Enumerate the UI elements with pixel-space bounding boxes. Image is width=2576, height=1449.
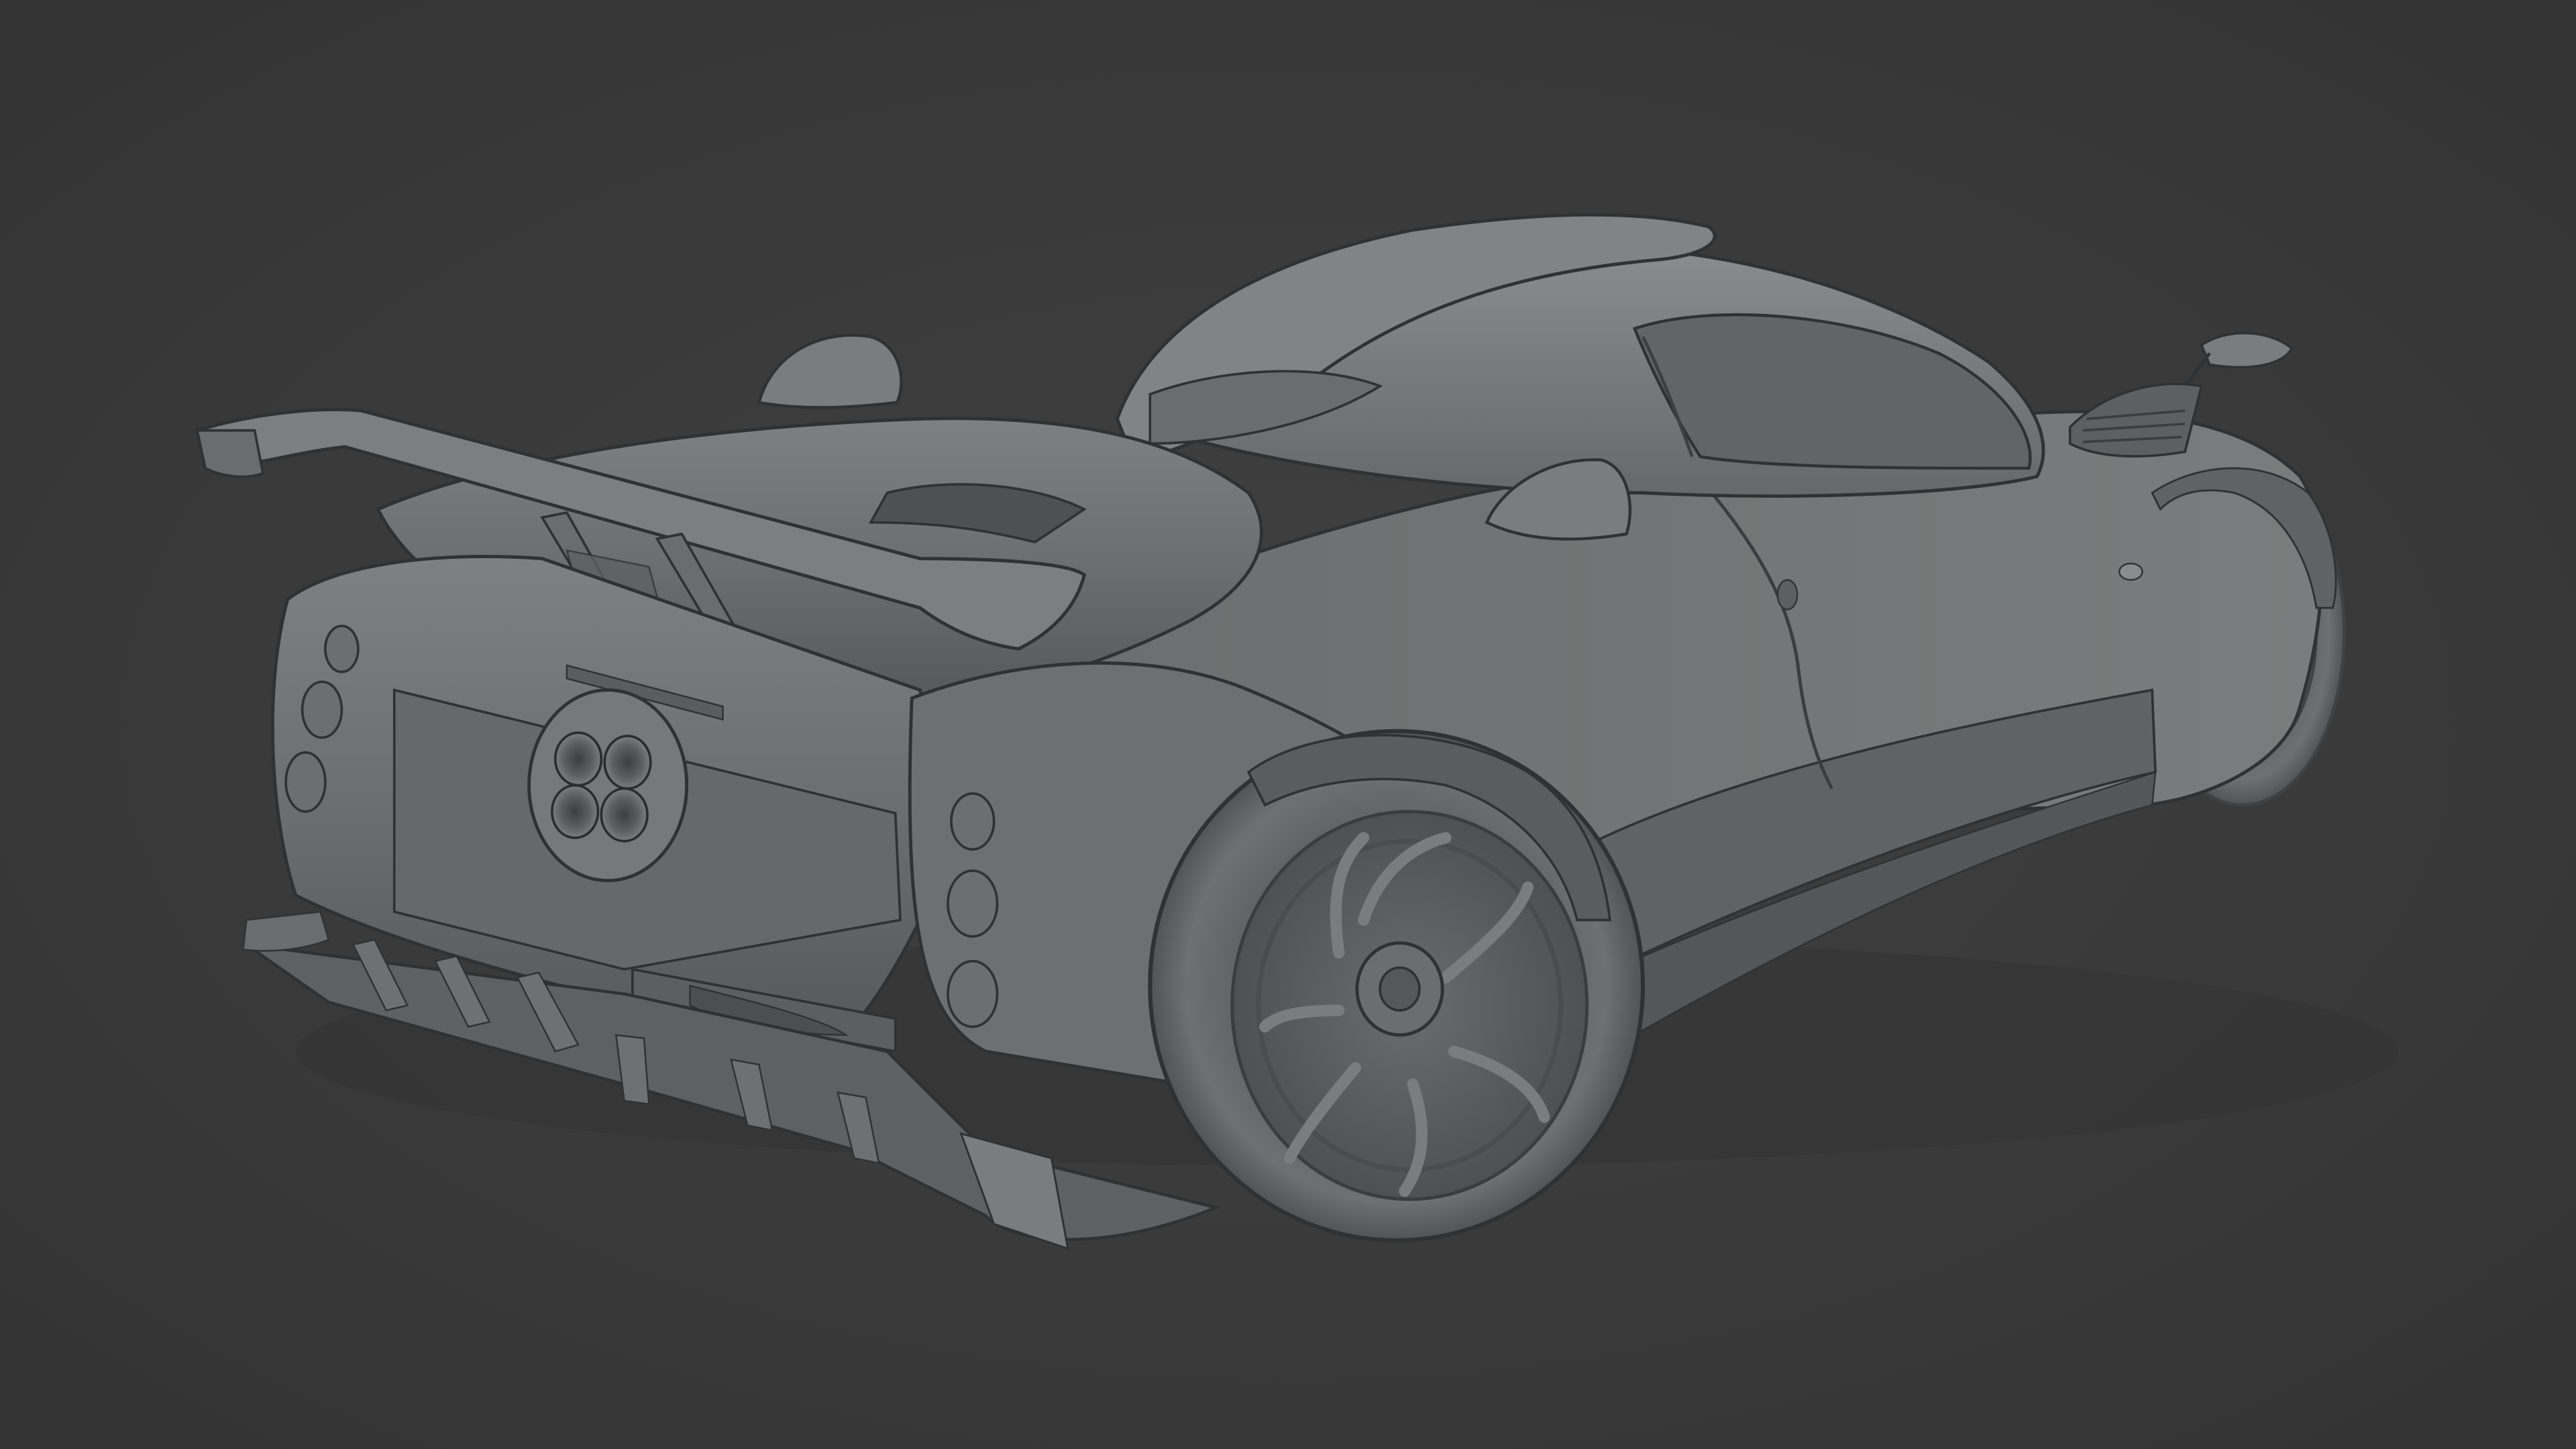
- right-tail-lights: [947, 792, 999, 1028]
- side-window: [1632, 313, 2032, 470]
- far-mirror: [2200, 331, 2294, 369]
- left-mirror: [757, 333, 903, 409]
- car-render: [195, 213, 2399, 1250]
- near-wheel: [1148, 729, 1646, 1243]
- render-viewport[interactable]: [0, 0, 2576, 1449]
- exhaust-cluster: [527, 688, 689, 883]
